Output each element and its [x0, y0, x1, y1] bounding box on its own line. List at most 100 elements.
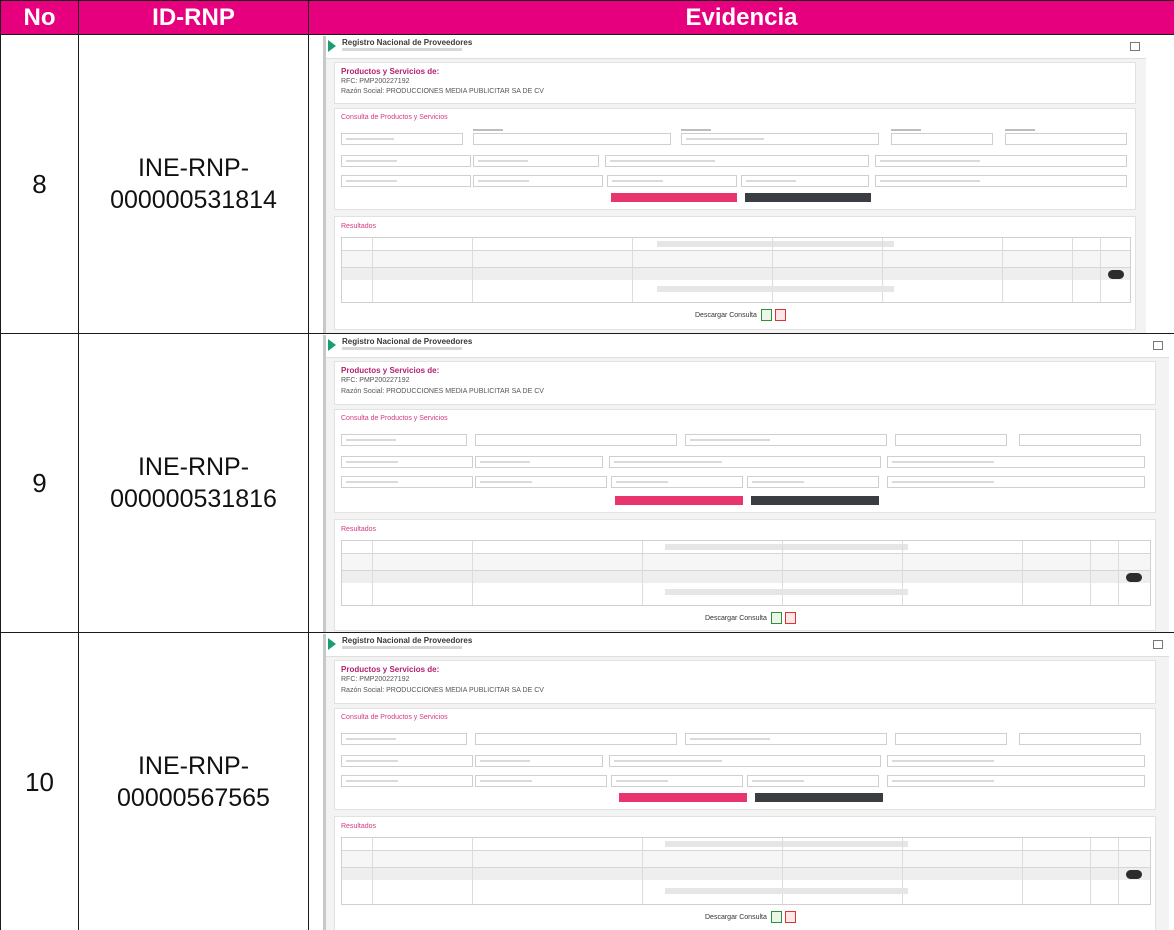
id-rnp-number: 000000531814 [110, 186, 277, 214]
limpiar-button[interactable] [751, 496, 879, 505]
download-line: Descargar Consulta [705, 911, 796, 923]
action-icon[interactable] [1126, 573, 1142, 582]
grid-divider [472, 238, 473, 302]
id-rnp-cell: INE-RNP- 000000531814 [78, 34, 309, 334]
catalogo-select[interactable] [341, 155, 471, 167]
fecha-hasta-field[interactable] [1005, 133, 1127, 145]
search-section-title: Consulta de Productos y Servicios [341, 415, 448, 422]
limpiar-button[interactable] [755, 793, 883, 802]
marca-field[interactable] [473, 175, 603, 187]
nombre-field[interactable] [341, 476, 473, 488]
grid-divider [1118, 541, 1119, 605]
excel-icon[interactable] [770, 911, 782, 923]
restore-window-icon[interactable] [1153, 341, 1163, 350]
evidence-table: No ID-RNP Evidencia 8 INE-RNP- 000000531… [0, 0, 1174, 930]
fecha-hasta-field[interactable] [1019, 434, 1141, 446]
estatus-select[interactable] [475, 434, 677, 446]
search-card: Consulta de Productos y Servicios [334, 708, 1156, 810]
evidence-screenshot: Registro Nacional de Proveedores Product… [323, 36, 1146, 333]
pager-bottom[interactable] [657, 286, 894, 292]
action-icon[interactable] [1108, 270, 1124, 279]
buscar-button[interactable] [619, 793, 747, 802]
excel-icon[interactable] [760, 309, 772, 321]
tipo-select[interactable] [605, 155, 869, 167]
marca-field[interactable] [475, 476, 607, 488]
buscar-button[interactable] [611, 193, 737, 202]
pdf-icon[interactable] [774, 309, 786, 321]
subtipo-select[interactable] [887, 456, 1145, 468]
app-subtitle-bar [342, 48, 462, 51]
catalogo-select[interactable] [341, 456, 473, 468]
table-row[interactable] [342, 268, 1130, 280]
provider-heading: Productos y Servicios de: [341, 67, 440, 76]
id-rnp-field[interactable] [681, 133, 879, 145]
buscar-button[interactable] [615, 496, 743, 505]
restore-window-icon[interactable] [1153, 640, 1163, 649]
grid-divider [472, 541, 473, 605]
field-label [681, 129, 711, 131]
codigo-field[interactable] [611, 775, 743, 787]
results-title: Resultados [341, 823, 377, 830]
provider-rfc: RFC: PMP200227192 [341, 78, 410, 85]
descripcion-field[interactable] [747, 775, 879, 787]
tipo-select[interactable] [609, 755, 881, 767]
tipo-select[interactable] [609, 456, 881, 468]
grid-divider [772, 238, 773, 302]
provider-card: Productos y Servicios de: RFC: PMP200227… [334, 660, 1156, 704]
nombre-field[interactable] [341, 175, 471, 187]
field-label [1005, 129, 1035, 131]
estatus-producto-select[interactable] [887, 775, 1145, 787]
row-number: 8 [0, 34, 79, 334]
categoria-select[interactable] [475, 755, 603, 767]
table-row[interactable] [342, 571, 1150, 583]
categoria-select[interactable] [473, 155, 599, 167]
evidence-screenshot: Registro Nacional de Proveedores Product… [323, 335, 1169, 632]
pdf-icon[interactable] [784, 911, 796, 923]
fecha-desde-field[interactable] [895, 733, 1007, 745]
estatus-producto-select[interactable] [875, 175, 1127, 187]
categoria-select[interactable] [475, 456, 603, 468]
catalogo-select[interactable] [341, 755, 473, 767]
fecha-hasta-field[interactable] [1019, 733, 1141, 745]
pager-top[interactable] [657, 241, 894, 247]
app-topbar: Registro Nacional de Proveedores [326, 335, 1169, 358]
id-rnp-field[interactable] [685, 733, 887, 745]
descripcion-field[interactable] [747, 476, 879, 488]
producto-field[interactable] [341, 133, 463, 145]
excel-icon[interactable] [770, 612, 782, 624]
grid-header [342, 553, 1150, 571]
subtipo-select[interactable] [875, 155, 1127, 167]
codigo-field[interactable] [607, 175, 737, 187]
provider-rfc: RFC: PMP200227192 [341, 676, 410, 683]
codigo-field[interactable] [611, 476, 743, 488]
grid-divider [1072, 238, 1073, 302]
fecha-desde-field[interactable] [891, 133, 993, 145]
estatus-select[interactable] [473, 133, 671, 145]
table-row[interactable] [342, 868, 1150, 880]
pager-bottom[interactable] [665, 888, 908, 894]
pager-top[interactable] [665, 841, 908, 847]
subtipo-select[interactable] [887, 755, 1145, 767]
estatus-select[interactable] [475, 733, 677, 745]
fecha-desde-field[interactable] [895, 434, 1007, 446]
action-icon[interactable] [1126, 870, 1142, 879]
provider-card: Productos y Servicios de: RFC: PMP200227… [334, 62, 1136, 104]
grid-divider [1090, 838, 1091, 904]
restore-window-icon[interactable] [1130, 42, 1140, 51]
grid-header [342, 850, 1150, 868]
id-rnp-field[interactable] [685, 434, 887, 446]
descripcion-field[interactable] [741, 175, 869, 187]
id-rnp-number: 000000531816 [110, 485, 277, 513]
table-row: 8 INE-RNP- 000000531814 Registro Naciona… [0, 34, 1174, 334]
nombre-field[interactable] [341, 775, 473, 787]
producto-field[interactable] [341, 434, 467, 446]
estatus-producto-select[interactable] [887, 476, 1145, 488]
producto-field[interactable] [341, 733, 467, 745]
id-rnp-prefix: INE-RNP- [137, 453, 250, 481]
marca-field[interactable] [475, 775, 607, 787]
pdf-icon[interactable] [784, 612, 796, 624]
field-label [473, 129, 503, 131]
pager-bottom[interactable] [665, 589, 908, 595]
limpiar-button[interactable] [745, 193, 871, 202]
pager-top[interactable] [665, 544, 908, 550]
